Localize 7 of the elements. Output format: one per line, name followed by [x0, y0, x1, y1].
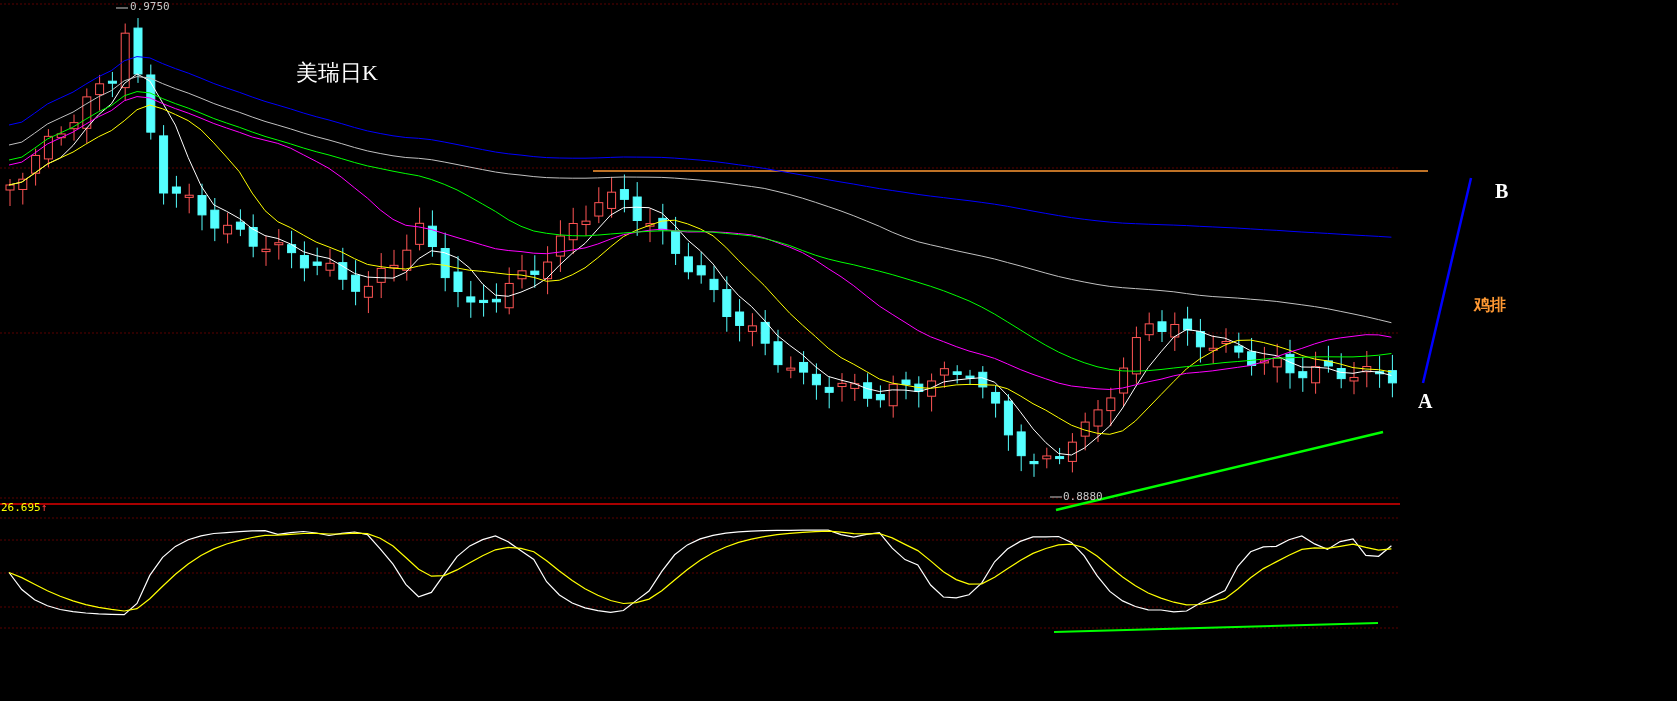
point-label: A [1418, 390, 1433, 413]
point-label: B [1495, 180, 1509, 203]
high-price-label: 0.9750 [130, 1, 170, 13]
low-price-label: 0.8880 [1063, 491, 1103, 503]
chart-title: 美瑞日K [296, 59, 378, 87]
annotation-note: 鸡排 [1474, 295, 1506, 316]
indicator-reading: 26.695↑ [1, 502, 48, 514]
